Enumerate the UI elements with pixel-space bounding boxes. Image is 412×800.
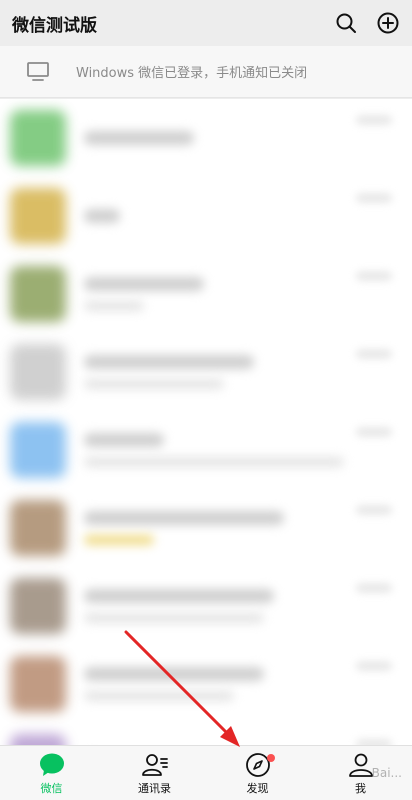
list-item[interactable] <box>0 99 412 177</box>
list-item[interactable] <box>0 645 412 723</box>
chat-list <box>0 99 412 745</box>
list-item[interactable] <box>0 567 412 645</box>
avatar <box>10 266 66 322</box>
app-title: 微信测试版 <box>12 15 97 36</box>
watermark: Bai... <box>371 766 402 780</box>
bottom-tab-bar: 微信 通讯录 发现 我 <box>0 745 412 800</box>
tab-chats[interactable]: 微信 <box>0 746 103 800</box>
notice-text: Windows 微信已登录，手机通知已关闭 <box>76 66 308 81</box>
list-item[interactable] <box>0 177 412 255</box>
avatar <box>10 188 66 244</box>
header-actions <box>334 11 400 35</box>
tab-contacts[interactable]: 通讯录 <box>103 746 206 800</box>
tab-discover[interactable]: 发现 <box>206 746 309 800</box>
avatar <box>10 656 66 712</box>
avatar <box>10 734 66 745</box>
tab-label: 我 <box>355 781 366 795</box>
list-item[interactable] <box>0 255 412 333</box>
top-bar: 微信测试版 <box>0 0 412 46</box>
wechat-app: 微信测试版 Windows 微信已登录，手机通知已关闭 微信 通讯录 发现 我 … <box>0 0 412 800</box>
list-item[interactable] <box>0 411 412 489</box>
plus-circle-icon[interactable] <box>376 11 400 35</box>
contacts-icon <box>141 751 169 779</box>
desktop-icon <box>26 61 50 83</box>
list-item[interactable] <box>0 333 412 411</box>
windows-login-notice[interactable]: Windows 微信已登录，手机通知已关闭 <box>0 46 412 98</box>
tab-label: 发现 <box>246 781 269 795</box>
avatar <box>10 422 66 478</box>
tab-label: 通讯录 <box>138 781 171 795</box>
avatar <box>10 500 66 556</box>
avatar <box>10 110 66 166</box>
avatar <box>10 578 66 634</box>
tab-label: 微信 <box>40 781 63 795</box>
list-item[interactable] <box>0 489 412 567</box>
search-icon[interactable] <box>334 11 358 35</box>
list-item[interactable] <box>0 723 412 745</box>
avatar <box>10 344 66 400</box>
chat-bubble-icon <box>38 751 66 779</box>
notification-badge <box>267 754 275 762</box>
person-icon <box>347 751 375 779</box>
